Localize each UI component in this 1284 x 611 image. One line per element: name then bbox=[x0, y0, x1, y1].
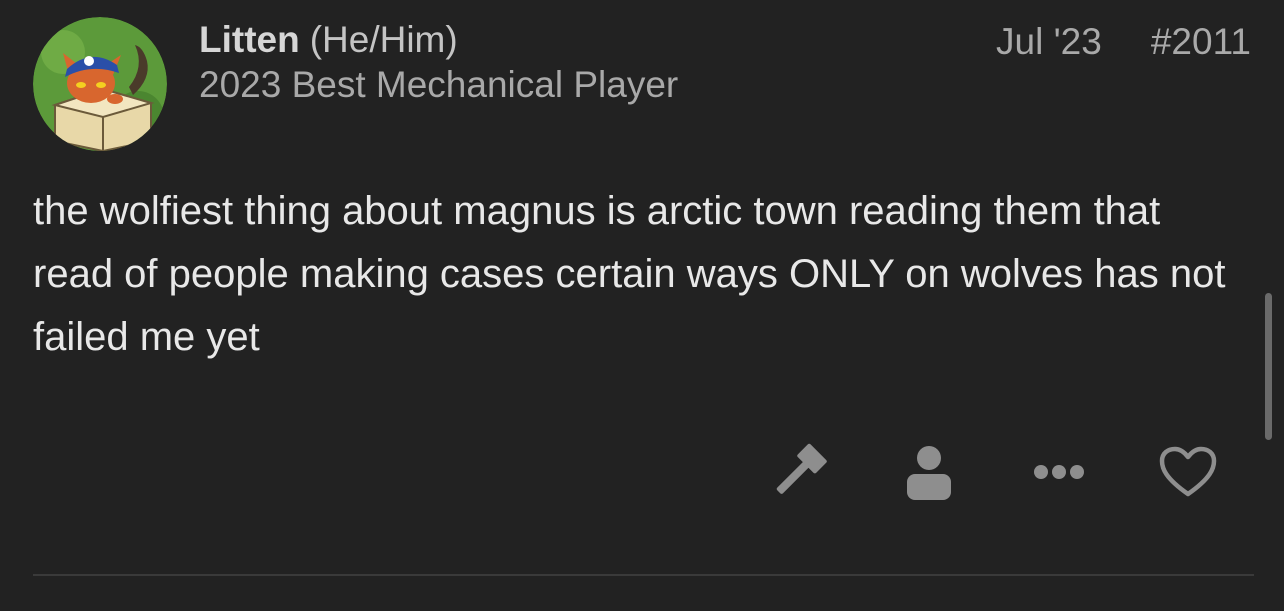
author-title: 2023 Best Mechanical Player bbox=[199, 64, 679, 105]
author-username[interactable]: Litten bbox=[199, 19, 300, 60]
ellipsis-icon bbox=[1034, 465, 1084, 479]
author-name-line: Litten (He/Him) bbox=[199, 18, 458, 62]
post-date[interactable]: Jul '23 bbox=[996, 20, 1102, 64]
more-button[interactable] bbox=[1027, 440, 1091, 504]
cat-in-box-avatar-icon bbox=[33, 17, 167, 151]
user-icon bbox=[907, 446, 951, 500]
post-number[interactable]: #2011 bbox=[1151, 20, 1251, 64]
author-avatar[interactable] bbox=[33, 17, 167, 151]
gavel-icon bbox=[776, 443, 827, 494]
author-pronouns: (He/Him) bbox=[309, 19, 458, 60]
like-button[interactable] bbox=[1156, 440, 1220, 504]
heart-icon bbox=[1159, 446, 1217, 497]
post-divider bbox=[33, 574, 1254, 576]
flag-button[interactable] bbox=[768, 440, 832, 504]
admin-button[interactable] bbox=[897, 440, 961, 504]
scrollbar[interactable] bbox=[1265, 293, 1272, 440]
post-body: the wolfiest thing about magnus is arcti… bbox=[33, 189, 1226, 359]
